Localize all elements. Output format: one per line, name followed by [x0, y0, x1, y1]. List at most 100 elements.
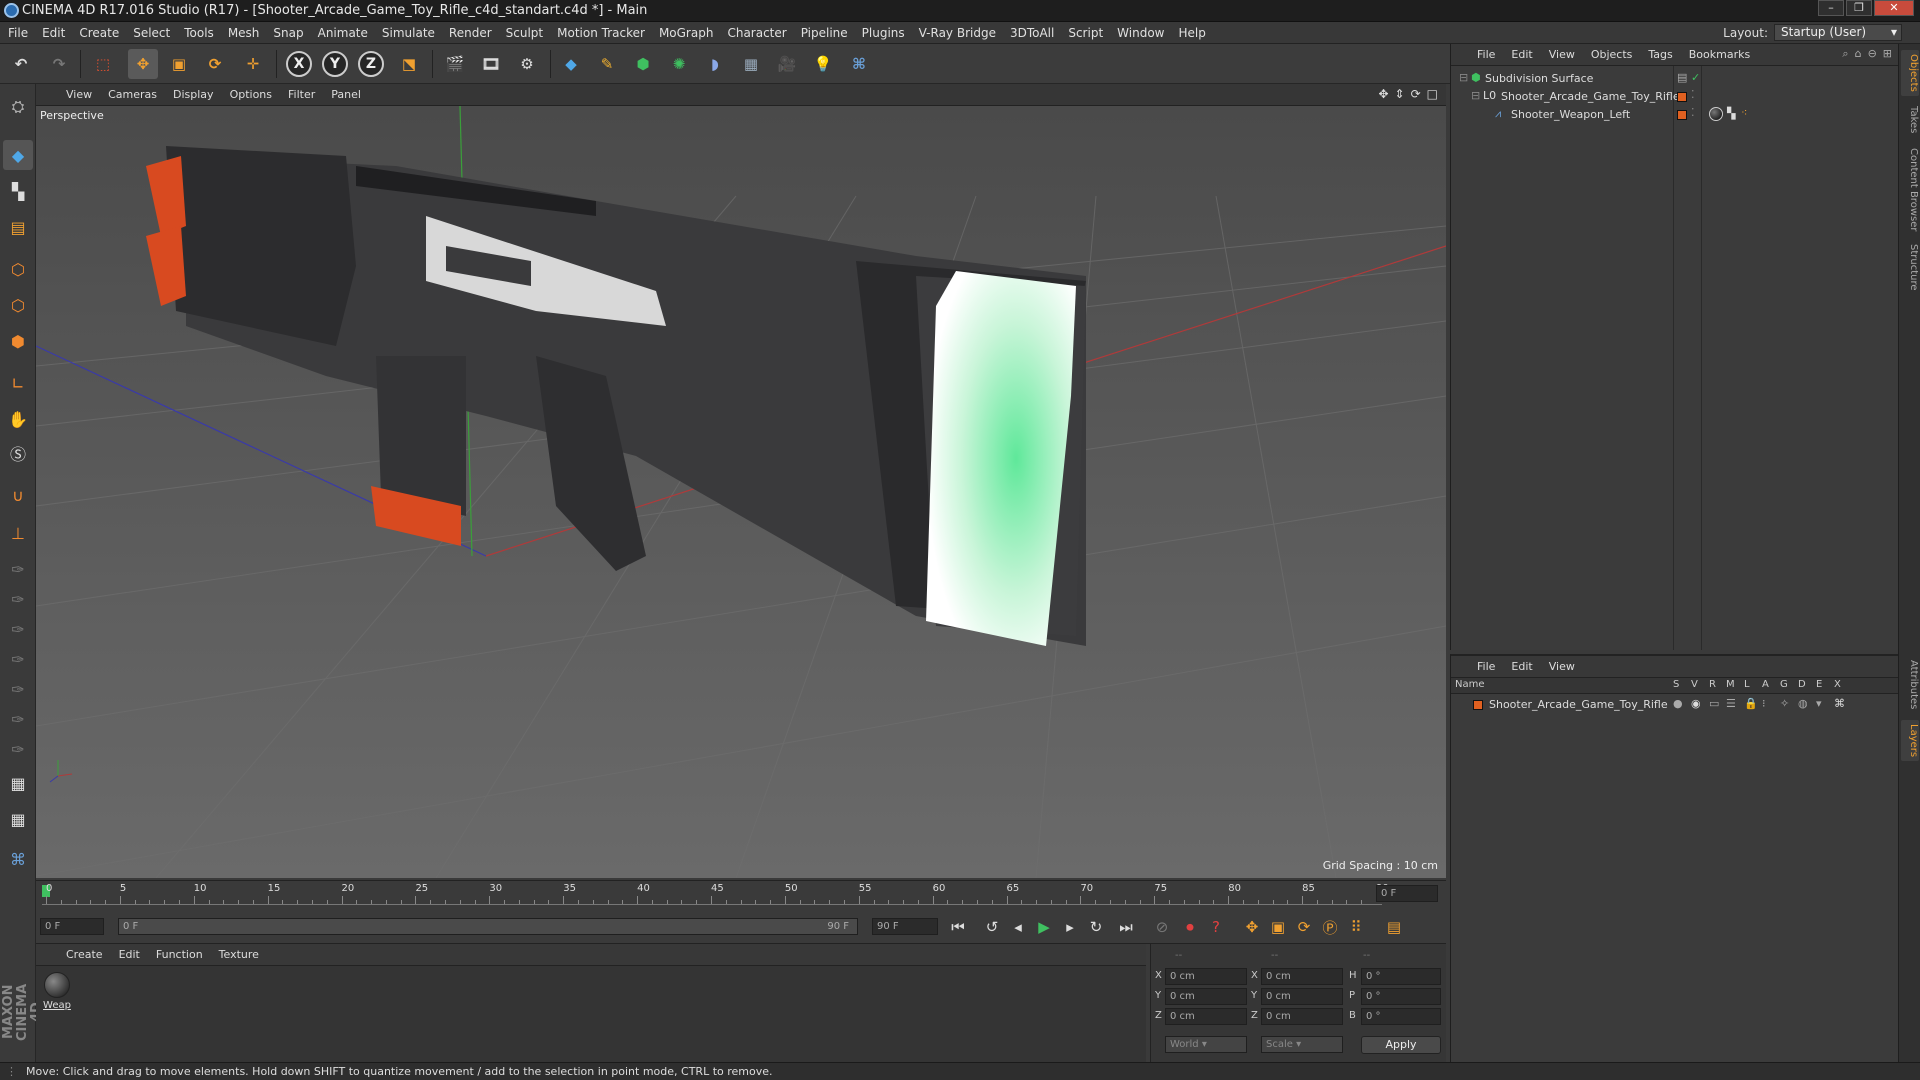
menu-pipeline[interactable]: Pipeline — [801, 26, 848, 40]
undo-button[interactable]: ↶ — [6, 49, 36, 79]
menu-render[interactable]: Render — [449, 26, 492, 40]
layer-color-swatch[interactable] — [1677, 110, 1687, 120]
render-icon[interactable]: ▭ — [1709, 697, 1719, 710]
expressions-icon[interactable]: ▾ — [1816, 697, 1822, 710]
key-pla-button[interactable]: ⠿ — [1344, 915, 1368, 939]
viewport-menu-panel[interactable]: Panel — [331, 88, 361, 101]
workplane-mode-button[interactable]: ▤ — [3, 212, 33, 242]
tab-attributes[interactable]: Attributes — [1901, 656, 1919, 713]
timeline-end-field[interactable]: 0 F — [1376, 885, 1438, 902]
tab-structure[interactable]: Structure — [1901, 240, 1919, 295]
layer-color-swatch[interactable] — [1473, 700, 1483, 710]
key-position-button[interactable]: ✥ — [1240, 915, 1264, 939]
material-menu-texture[interactable]: Texture — [219, 948, 259, 961]
python-button[interactable]: ⌘ — [844, 49, 874, 79]
lock-icon[interactable]: 🔒 — [1744, 697, 1758, 710]
rot-b-field[interactable]: 0 ° — [1361, 1008, 1441, 1025]
orbit-icon[interactable]: ⟳ — [1411, 87, 1421, 101]
solo-icon[interactable]: ● — [1673, 697, 1683, 710]
deformer-button[interactable]: ◗ — [700, 49, 730, 79]
menu-vray-bridge[interactable]: V-Ray Bridge — [919, 26, 996, 40]
menu-mesh[interactable]: Mesh — [228, 26, 260, 40]
generators-icon[interactable]: ✧ — [1780, 697, 1789, 710]
rotate-tool-button[interactable]: ⟳ — [200, 49, 230, 79]
tab-layers[interactable]: Layers — [1901, 720, 1919, 762]
maximize-button[interactable]: ❐ — [1846, 0, 1872, 16]
maximize-view-icon[interactable]: □ — [1427, 87, 1438, 101]
apply-button[interactable]: Apply — [1361, 1036, 1441, 1054]
menu-3dtoall[interactable]: 3DToAll — [1010, 26, 1054, 40]
material-swatch[interactable]: Weap — [42, 972, 72, 1011]
make-editable-button[interactable]: ⛭ — [3, 92, 33, 122]
model-mode-button[interactable]: ◆ — [3, 140, 33, 170]
objects-menu-bookmarks[interactable]: Bookmarks — [1689, 48, 1750, 61]
workplane-axis-button[interactable]: ⊥ — [3, 518, 33, 548]
edit-toggle-icon[interactable]: ▤ — [1677, 71, 1687, 84]
pos-y-field[interactable]: 0 cm — [1165, 988, 1247, 1005]
next-frame-button[interactable]: ▸ — [1058, 915, 1082, 939]
record-keys-button[interactable]: ⊘ — [1150, 915, 1174, 939]
layers-menu-view[interactable]: View — [1549, 660, 1575, 673]
link-icon[interactable]: ⊖ — [1868, 47, 1877, 61]
viewport-menu-filter[interactable]: Filter — [288, 88, 315, 101]
layer-row[interactable]: Shooter_Arcade_Game_Toy_Rifle ● ◉ ▭ ☰ 🔒 … — [1451, 696, 1898, 714]
menu-create[interactable]: Create — [79, 26, 119, 40]
menu-edit[interactable]: Edit — [42, 26, 65, 40]
render-view-button[interactable]: 🎬 — [440, 49, 470, 79]
python-console-button[interactable]: ⌘ — [3, 844, 33, 874]
sculpt-flatten-button[interactable]: ✑ — [3, 644, 33, 674]
recent-tool-button[interactable]: ✛ — [238, 49, 268, 79]
key-scale-button[interactable]: ▣ — [1266, 915, 1290, 939]
enabled-check-icon[interactable]: ✓ — [1691, 71, 1700, 84]
home-icon[interactable]: ⌂ — [1855, 47, 1862, 61]
sculpt-inflate-button[interactable]: ✑ — [3, 674, 33, 704]
collapse-icon[interactable]: ⊟ — [1471, 89, 1480, 102]
object-row-subdivision-surface[interactable]: ⊟ ⬢ Subdivision Surface ▤ ✓ — [1451, 70, 1898, 88]
deformers-icon[interactable]: ◍ — [1798, 697, 1808, 710]
planar-workplane-button[interactable]: ▦ — [3, 804, 33, 834]
object-row-rifle[interactable]: ⊟ L0 Shooter_Arcade_Game_Toy_Rifle ⁚ — [1451, 88, 1898, 106]
size-mode-dropdown[interactable]: Scale ▾ — [1261, 1036, 1343, 1053]
render-settings-button[interactable]: ⚙ — [512, 49, 542, 79]
menu-character[interactable]: Character — [727, 26, 786, 40]
tab-objects[interactable]: Objects — [1901, 50, 1919, 96]
menu-animate[interactable]: Animate — [318, 26, 368, 40]
menu-help[interactable]: Help — [1178, 26, 1205, 40]
viewport-menu-view[interactable]: View — [66, 88, 92, 101]
autokey-button[interactable]: ⏺ — [1178, 915, 1202, 939]
go-to-end-button[interactable]: ⏭ — [1114, 915, 1138, 939]
array-button[interactable]: ✺ — [664, 49, 694, 79]
menu-mograph[interactable]: MoGraph — [659, 26, 714, 40]
cube-object-button[interactable]: ◆ — [556, 49, 586, 79]
menu-sculpt[interactable]: Sculpt — [506, 26, 543, 40]
redo-button[interactable]: ↷ — [44, 49, 74, 79]
phong-tag-icon[interactable]: ⁖ — [1741, 106, 1747, 119]
pos-x-field[interactable]: 0 cm — [1165, 968, 1247, 985]
objects-menu-file[interactable]: File — [1477, 48, 1495, 61]
edges-mode-button[interactable]: ⬡ — [3, 290, 33, 320]
menu-simulate[interactable]: Simulate — [382, 26, 435, 40]
layer-color-swatch[interactable] — [1677, 92, 1687, 102]
sculpt-pinch-button[interactable]: ✑ — [3, 704, 33, 734]
material-menu-function[interactable]: Function — [156, 948, 203, 961]
key-parameter-button[interactable]: Ⓟ — [1318, 915, 1342, 939]
menu-script[interactable]: Script — [1068, 26, 1103, 40]
polygons-mode-button[interactable]: ⬢ — [3, 326, 33, 356]
viewport-menu-options[interactable]: Options — [230, 88, 272, 101]
menu-motion-tracker[interactable]: Motion Tracker — [557, 26, 645, 40]
texture-mode-button[interactable]: ▚ — [3, 176, 33, 206]
light-button[interactable]: 💡 — [808, 49, 838, 79]
rot-h-field[interactable]: 0 ° — [1361, 968, 1441, 985]
coordinate-mode-dropdown[interactable]: World ▾ — [1165, 1036, 1247, 1053]
axis-mode-button[interactable]: ∟ — [3, 368, 33, 398]
tweak-mode-button[interactable]: ✋ — [3, 404, 33, 434]
tab-content-browser[interactable]: Content Browser — [1901, 144, 1919, 235]
collapse-icon[interactable]: ⊟ — [1459, 71, 1468, 84]
size-x-field[interactable]: 0 cm — [1261, 968, 1343, 985]
points-mode-button[interactable]: ⬡ — [3, 254, 33, 284]
frame-range-slider[interactable]: 0 F 90 F — [118, 918, 858, 935]
x-axis-toggle[interactable]: X — [284, 49, 314, 79]
viewport-menu-display[interactable]: Display — [173, 88, 214, 101]
3d-viewport[interactable]: Perspective Grid Spacing : 10 cm — [36, 106, 1446, 878]
material-menu-edit[interactable]: Edit — [119, 948, 140, 961]
